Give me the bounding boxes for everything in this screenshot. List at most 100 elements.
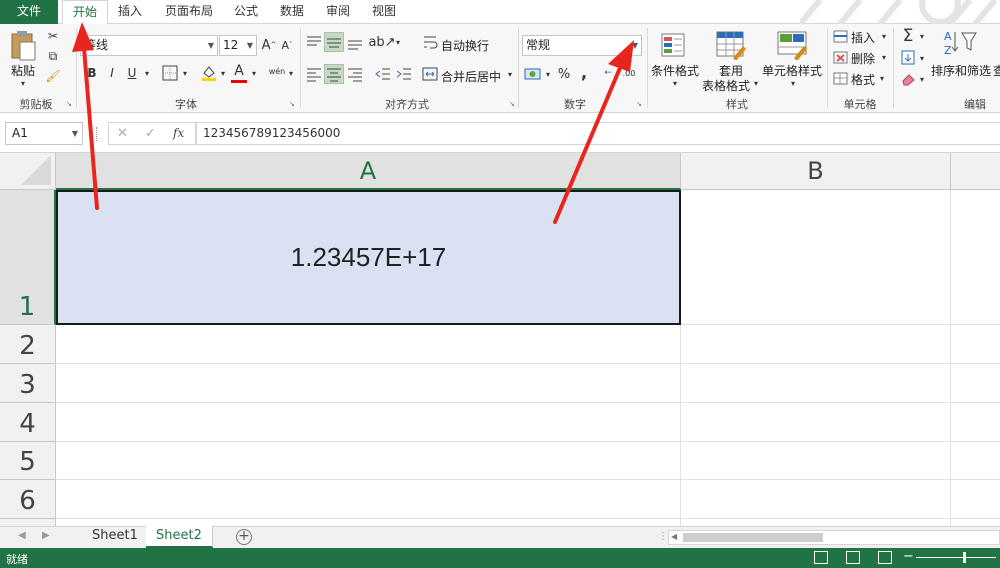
row-header-4[interactable]: 4 [0, 403, 56, 442]
cell-a1[interactable]: 1.23457E+17 [56, 190, 681, 325]
comma-style-button[interactable]: , [577, 63, 591, 82]
chevron-down-icon[interactable]: ▾ [543, 66, 553, 82]
row-header-6[interactable]: 6 [0, 480, 56, 519]
column-header-b[interactable]: B [681, 153, 951, 190]
phonetic-guide-icon[interactable]: wén [268, 62, 286, 80]
shrink-font-icon[interactable]: Aˇ [279, 36, 295, 54]
paste-button[interactable]: 粘贴 [11, 62, 35, 79]
page-break-view-icon[interactable] [878, 551, 892, 564]
tab-split-handle[interactable]: ⋮ [658, 531, 668, 542]
top-align-icon[interactable] [305, 34, 323, 50]
align-center-icon[interactable] [325, 66, 343, 82]
grow-font-icon[interactable]: A ^ [261, 36, 277, 54]
tab-home[interactable]: 开始 [62, 0, 108, 25]
row-header-3[interactable]: 3 [0, 364, 56, 403]
borders-icon[interactable] [162, 65, 178, 81]
wrap-text-icon[interactable] [422, 34, 438, 50]
conditional-formatting-icon[interactable] [660, 32, 690, 60]
cell-styles-button[interactable]: 单元格样式 [762, 62, 822, 79]
chevron-down-icon[interactable]: ▾ [879, 29, 889, 43]
italic-button[interactable]: I [104, 64, 120, 82]
format-cells-icon[interactable] [833, 72, 849, 86]
chevron-down-icon[interactable]: ▾ [917, 29, 927, 43]
name-box[interactable]: A1 ▼ [5, 122, 83, 145]
select-all-button[interactable] [0, 153, 56, 190]
delete-cells-icon[interactable] [833, 51, 849, 65]
row-header-2[interactable]: 2 [0, 325, 56, 364]
decrease-decimal-icon[interactable]: .00 [618, 64, 640, 82]
zoom-out-icon[interactable]: − [903, 549, 914, 564]
chevron-down-icon[interactable]: ▾ [142, 64, 152, 82]
increase-indent-icon[interactable] [395, 66, 413, 82]
chevron-down-icon[interactable]: ▾ [393, 34, 403, 50]
zoom-slider-track[interactable] [916, 557, 996, 558]
insert-function-icon[interactable]: fx [173, 126, 184, 140]
chevron-down-icon[interactable]: ▾ [670, 78, 680, 88]
sheet-tab-sheet2[interactable]: Sheet2 [146, 526, 213, 548]
delete-cells-button[interactable]: 删除 [851, 50, 875, 67]
chevron-down-icon[interactable]: ▾ [180, 64, 190, 82]
column-header-c[interactable] [951, 153, 1000, 190]
clear-icon[interactable] [900, 72, 916, 86]
tab-review[interactable]: 审阅 [320, 0, 356, 24]
percent-style-button[interactable]: % [556, 65, 572, 83]
sheet-tab-sheet1[interactable]: Sheet1 [82, 526, 149, 548]
chevron-down-icon[interactable]: ▾ [249, 64, 259, 82]
normal-view-icon[interactable] [814, 551, 828, 564]
row-header-1[interactable]: 1 [0, 190, 56, 325]
scroll-right-icon[interactable]: ▶ [42, 530, 50, 541]
add-sheet-button[interactable]: + [236, 529, 252, 545]
font-name-combo[interactable]: 等线 ▼ [80, 35, 218, 56]
sort-filter-button[interactable]: 排序和筛选 [931, 62, 991, 79]
tab-formulas[interactable]: 公式 [228, 0, 264, 24]
clipboard-launcher-icon[interactable]: ↘ [66, 100, 74, 108]
bottom-align-icon[interactable] [346, 34, 364, 50]
column-header-a[interactable]: A [56, 153, 681, 190]
horizontal-scroll-thumb[interactable] [683, 533, 823, 542]
align-left-icon[interactable] [305, 66, 323, 82]
scroll-left-arrow-icon[interactable]: ◀ [671, 532, 677, 541]
scroll-left-icon[interactable]: ◀ [18, 530, 26, 541]
formula-bar-splitter[interactable] [96, 127, 99, 141]
row-header-7[interactable] [0, 519, 56, 526]
find-select-button-partial[interactable]: 查 [993, 62, 1000, 79]
number-format-combo[interactable]: 常规 ▼ [522, 35, 642, 56]
chevron-down-icon[interactable]: ▾ [917, 72, 927, 86]
format-as-table-label-2[interactable]: 表格格式 [702, 77, 750, 94]
chevron-down-icon[interactable]: ▾ [751, 78, 761, 88]
formula-input[interactable]: 123456789123456000 [196, 122, 1000, 145]
fill-icon[interactable] [900, 50, 916, 66]
orientation-icon[interactable]: ab↗ [368, 34, 395, 50]
conditional-formatting-button[interactable]: 条件格式 [651, 62, 699, 79]
fill-color-icon[interactable] [200, 64, 218, 82]
paste-icon[interactable] [10, 30, 38, 62]
alignment-launcher-icon[interactable]: ↘ [509, 100, 517, 108]
font-launcher-icon[interactable]: ↘ [289, 100, 297, 108]
middle-align-icon[interactable] [325, 34, 343, 50]
tab-view[interactable]: 视图 [366, 0, 402, 24]
tab-insert[interactable]: 插入 [112, 0, 148, 24]
zoom-slider-thumb[interactable] [963, 552, 966, 563]
increase-decimal-icon[interactable]: ← [600, 64, 616, 82]
cell-styles-icon[interactable] [776, 30, 810, 60]
merge-center-button[interactable]: 合并后居中 [441, 68, 501, 85]
chevron-down-icon[interactable]: ▾ [879, 50, 889, 64]
tab-file[interactable]: 文件 [0, 0, 58, 24]
format-cells-button[interactable]: 格式 [851, 71, 875, 88]
accounting-format-icon[interactable] [524, 66, 542, 82]
chevron-down-icon[interactable]: ▾ [286, 64, 296, 82]
chevron-down-icon[interactable]: ▾ [917, 51, 927, 65]
decrease-indent-icon[interactable] [374, 66, 392, 82]
chevron-down-icon[interactable]: ▾ [505, 66, 515, 82]
font-color-icon[interactable]: A [231, 62, 247, 80]
underline-button[interactable]: U [124, 64, 140, 82]
format-painter-icon[interactable]: 🖌 [44, 68, 62, 84]
chevron-down-icon[interactable]: ▾ [788, 78, 798, 88]
row-header-5[interactable]: 5 [0, 442, 56, 480]
page-layout-view-icon[interactable] [846, 551, 860, 564]
chevron-down-icon[interactable]: ▾ [877, 71, 887, 85]
bold-button[interactable]: B [84, 64, 100, 82]
align-right-icon[interactable] [346, 66, 364, 82]
wrap-text-button[interactable]: 自动换行 [441, 37, 489, 54]
paste-dropdown-icon[interactable]: ▾ [18, 79, 28, 88]
